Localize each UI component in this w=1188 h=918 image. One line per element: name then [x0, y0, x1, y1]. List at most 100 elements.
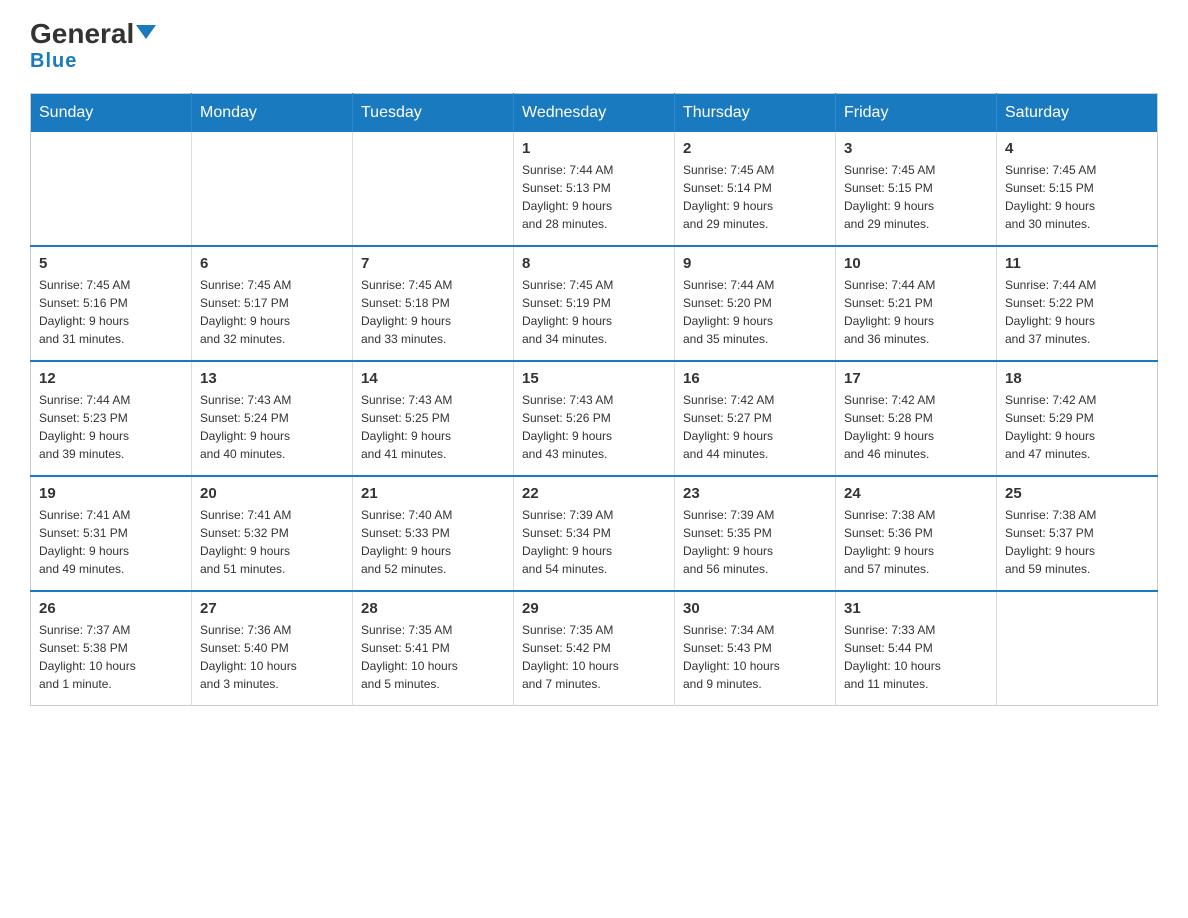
day-number: 1: [522, 140, 666, 157]
day-number: 16: [683, 370, 827, 387]
calendar-day-cell: 17 Sunrise: 7:42 AM Sunset: 5:28 PM Dayli…: [836, 361, 997, 476]
day-number: 24: [844, 485, 988, 502]
header-monday: Monday: [192, 94, 353, 133]
day-info: Sunrise: 7:39 AM Sunset: 5:34 PM Dayligh…: [522, 506, 666, 578]
day-info: Sunrise: 7:33 AM Sunset: 5:44 PM Dayligh…: [844, 621, 988, 693]
day-number: 3: [844, 140, 988, 157]
calendar-day-cell: 10 Sunrise: 7:44 AM Sunset: 5:21 PM Dayli…: [836, 246, 997, 361]
day-number: 15: [522, 370, 666, 387]
logo-blue: Blue: [30, 50, 77, 73]
day-info: Sunrise: 7:43 AM Sunset: 5:24 PM Dayligh…: [200, 391, 344, 463]
day-info: Sunrise: 7:35 AM Sunset: 5:41 PM Dayligh…: [361, 621, 505, 693]
page-header: General Blue: [30, 20, 1158, 73]
calendar-day-cell: 30Sunrise: 7:34 AM Sunset: 5:43 PM Dayli…: [675, 591, 836, 706]
day-info: Sunrise: 7:42 AM Sunset: 5:27 PM Dayligh…: [683, 391, 827, 463]
day-info: Sunrise: 7:42 AM Sunset: 5:29 PM Dayligh…: [1005, 391, 1149, 463]
calendar-day-cell: 13 Sunrise: 7:43 AM Sunset: 5:24 PM Dayli…: [192, 361, 353, 476]
calendar-day-cell: 4Sunrise: 7:45 AM Sunset: 5:15 PM Daylig…: [997, 132, 1158, 246]
calendar-day-cell: [353, 132, 514, 246]
calendar-week-row: 1 Sunrise: 7:44 AM Sunset: 5:13 PM Daylig…: [31, 132, 1158, 246]
weekday-header-row: Sunday Monday Tuesday Wednesday Thursday…: [31, 94, 1158, 133]
day-info: Sunrise: 7:45 AM Sunset: 5:16 PM Dayligh…: [39, 276, 183, 348]
day-number: 25: [1005, 485, 1149, 502]
day-number: 28: [361, 600, 505, 617]
calendar-day-cell: 22 Sunrise: 7:39 AM Sunset: 5:34 PM Dayli…: [514, 476, 675, 591]
day-info: Sunrise: 7:37 AM Sunset: 5:38 PM Dayligh…: [39, 621, 183, 693]
header-friday: Friday: [836, 94, 997, 133]
calendar-day-cell: 29Sunrise: 7:35 AM Sunset: 5:42 PM Dayli…: [514, 591, 675, 706]
calendar-day-cell: [192, 132, 353, 246]
day-info: Sunrise: 7:38 AM Sunset: 5:37 PM Dayligh…: [1005, 506, 1149, 578]
day-info: Sunrise: 7:43 AM Sunset: 5:26 PM Dayligh…: [522, 391, 666, 463]
calendar-day-cell: 12Sunrise: 7:44 AM Sunset: 5:23 PM Dayli…: [31, 361, 192, 476]
day-info: Sunrise: 7:41 AM Sunset: 5:32 PM Dayligh…: [200, 506, 344, 578]
day-info: Sunrise: 7:45 AM Sunset: 5:17 PM Dayligh…: [200, 276, 344, 348]
calendar-day-cell: [997, 591, 1158, 706]
day-number: 10: [844, 255, 988, 272]
calendar-day-cell: 21Sunrise: 7:40 AM Sunset: 5:33 PM Dayli…: [353, 476, 514, 591]
header-sunday: Sunday: [31, 94, 192, 133]
calendar-day-cell: 8 Sunrise: 7:45 AM Sunset: 5:19 PM Daylig…: [514, 246, 675, 361]
day-number: 30: [683, 600, 827, 617]
calendar-day-cell: 14 Sunrise: 7:43 AM Sunset: 5:25 PM Dayli…: [353, 361, 514, 476]
day-info: Sunrise: 7:44 AM Sunset: 5:20 PM Dayligh…: [683, 276, 827, 348]
day-info: Sunrise: 7:38 AM Sunset: 5:36 PM Dayligh…: [844, 506, 988, 578]
day-number: 18: [1005, 370, 1149, 387]
calendar-week-row: 5Sunrise: 7:45 AM Sunset: 5:16 PM Daylig…: [31, 246, 1158, 361]
day-info: Sunrise: 7:44 AM Sunset: 5:23 PM Dayligh…: [39, 391, 183, 463]
calendar-day-cell: 23 Sunrise: 7:39 AM Sunset: 5:35 PM Dayli…: [675, 476, 836, 591]
day-info: Sunrise: 7:45 AM Sunset: 5:15 PM Dayligh…: [844, 161, 988, 233]
header-saturday: Saturday: [997, 94, 1158, 133]
day-number: 6: [200, 255, 344, 272]
day-number: 23: [683, 485, 827, 502]
day-number: 8: [522, 255, 666, 272]
day-info: Sunrise: 7:45 AM Sunset: 5:14 PM Dayligh…: [683, 161, 827, 233]
day-number: 2: [683, 140, 827, 157]
calendar-day-cell: 1 Sunrise: 7:44 AM Sunset: 5:13 PM Daylig…: [514, 132, 675, 246]
calendar-day-cell: 2 Sunrise: 7:45 AM Sunset: 5:14 PM Daylig…: [675, 132, 836, 246]
day-number: 20: [200, 485, 344, 502]
day-number: 9: [683, 255, 827, 272]
day-number: 14: [361, 370, 505, 387]
day-info: Sunrise: 7:41 AM Sunset: 5:31 PM Dayligh…: [39, 506, 183, 578]
calendar-day-cell: 24 Sunrise: 7:38 AM Sunset: 5:36 PM Dayli…: [836, 476, 997, 591]
day-number: 19: [39, 485, 183, 502]
day-info: Sunrise: 7:44 AM Sunset: 5:13 PM Dayligh…: [522, 161, 666, 233]
day-info: Sunrise: 7:36 AM Sunset: 5:40 PM Dayligh…: [200, 621, 344, 693]
day-info: Sunrise: 7:44 AM Sunset: 5:22 PM Dayligh…: [1005, 276, 1149, 348]
day-number: 21: [361, 485, 505, 502]
calendar-day-cell: 16 Sunrise: 7:42 AM Sunset: 5:27 PM Dayli…: [675, 361, 836, 476]
calendar-day-cell: 3 Sunrise: 7:45 AM Sunset: 5:15 PM Daylig…: [836, 132, 997, 246]
day-number: 17: [844, 370, 988, 387]
calendar-week-row: 26Sunrise: 7:37 AM Sunset: 5:38 PM Dayli…: [31, 591, 1158, 706]
day-info: Sunrise: 7:43 AM Sunset: 5:25 PM Dayligh…: [361, 391, 505, 463]
day-number: 11: [1005, 255, 1149, 272]
day-number: 7: [361, 255, 505, 272]
header-thursday: Thursday: [675, 94, 836, 133]
day-number: 27: [200, 600, 344, 617]
day-number: 13: [200, 370, 344, 387]
header-tuesday: Tuesday: [353, 94, 514, 133]
day-number: 22: [522, 485, 666, 502]
logo-general: General: [30, 20, 156, 48]
day-info: Sunrise: 7:45 AM Sunset: 5:19 PM Dayligh…: [522, 276, 666, 348]
calendar-day-cell: [31, 132, 192, 246]
calendar-day-cell: 19 Sunrise: 7:41 AM Sunset: 5:31 PM Dayli…: [31, 476, 192, 591]
calendar-table: Sunday Monday Tuesday Wednesday Thursday…: [30, 93, 1158, 706]
day-info: Sunrise: 7:44 AM Sunset: 5:21 PM Dayligh…: [844, 276, 988, 348]
day-info: Sunrise: 7:42 AM Sunset: 5:28 PM Dayligh…: [844, 391, 988, 463]
day-number: 29: [522, 600, 666, 617]
calendar-week-row: 12Sunrise: 7:44 AM Sunset: 5:23 PM Dayli…: [31, 361, 1158, 476]
day-info: Sunrise: 7:45 AM Sunset: 5:18 PM Dayligh…: [361, 276, 505, 348]
calendar-day-cell: 11 Sunrise: 7:44 AM Sunset: 5:22 PM Dayli…: [997, 246, 1158, 361]
day-info: Sunrise: 7:39 AM Sunset: 5:35 PM Dayligh…: [683, 506, 827, 578]
calendar-day-cell: 15 Sunrise: 7:43 AM Sunset: 5:26 PM Dayli…: [514, 361, 675, 476]
calendar-day-cell: 6 Sunrise: 7:45 AM Sunset: 5:17 PM Daylig…: [192, 246, 353, 361]
calendar-day-cell: 27 Sunrise: 7:36 AM Sunset: 5:40 PM Dayli…: [192, 591, 353, 706]
calendar-day-cell: 28 Sunrise: 7:35 AM Sunset: 5:41 PM Dayli…: [353, 591, 514, 706]
calendar-day-cell: 9 Sunrise: 7:44 AM Sunset: 5:20 PM Daylig…: [675, 246, 836, 361]
calendar-day-cell: 20 Sunrise: 7:41 AM Sunset: 5:32 PM Dayli…: [192, 476, 353, 591]
calendar-day-cell: 31Sunrise: 7:33 AM Sunset: 5:44 PM Dayli…: [836, 591, 997, 706]
calendar-week-row: 19 Sunrise: 7:41 AM Sunset: 5:31 PM Dayli…: [31, 476, 1158, 591]
logo: General Blue: [30, 20, 156, 73]
